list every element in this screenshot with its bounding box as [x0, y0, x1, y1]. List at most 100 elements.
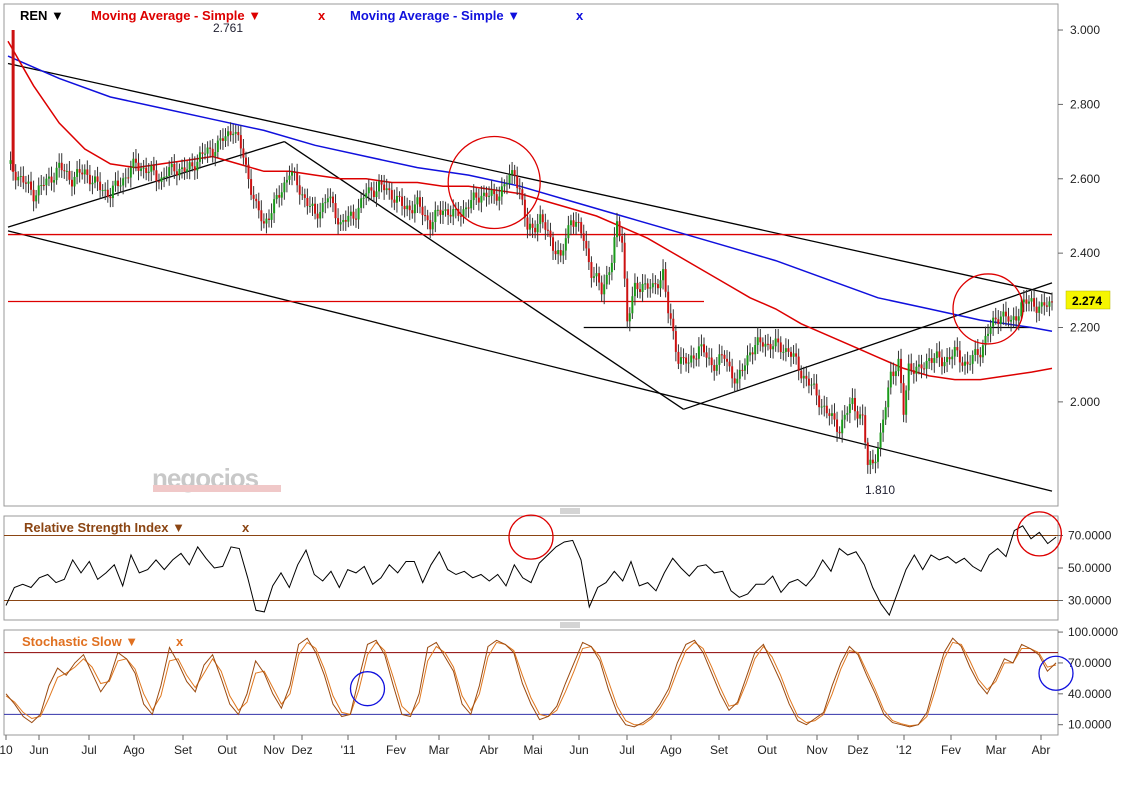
candle-body: [961, 362, 964, 366]
candle-body: [83, 169, 86, 175]
candle-body: [45, 178, 48, 186]
candle-body: [917, 364, 920, 367]
candle-body: [679, 357, 682, 364]
x-tick-label: Nov: [806, 743, 827, 757]
candle-body: [1040, 302, 1043, 307]
candle-body: [518, 188, 521, 190]
candle-body: [772, 346, 775, 350]
candle-body: [935, 351, 938, 359]
candle-body: [495, 194, 498, 201]
candle-body: [470, 200, 473, 209]
candle-body: [94, 176, 96, 183]
candle-body: [585, 240, 588, 249]
candle-body: [73, 176, 76, 187]
candle-body: [129, 167, 132, 178]
candle-body: [498, 196, 501, 201]
candle-body: [723, 354, 726, 359]
candle-body: [690, 355, 693, 363]
candle-body: [639, 289, 642, 293]
legend-ma-red: Moving Average - Simple ▼: [91, 8, 261, 23]
candle-body: [987, 333, 990, 336]
candle-body: [544, 222, 547, 230]
candle-body: [301, 194, 304, 196]
candle-body: [779, 342, 782, 353]
candle-body: [943, 362, 946, 367]
candle-body: [697, 346, 700, 359]
candle-body: [459, 215, 462, 217]
candle-body: [393, 199, 396, 203]
candle-body: [140, 168, 143, 171]
candle-body: [754, 345, 757, 355]
candle-body: [444, 209, 447, 211]
candle-body: [293, 171, 296, 173]
legend-ma-blue-close: x: [576, 8, 584, 23]
candle-body: [879, 432, 882, 448]
candle-body: [516, 175, 519, 189]
rsi-ytick-label: 70.0000: [1068, 529, 1112, 543]
candle-body: [398, 195, 401, 197]
candle-body: [720, 354, 723, 356]
candle-body: [260, 210, 263, 222]
candle-body: [838, 431, 841, 434]
x-tick-label: Fev: [941, 743, 961, 757]
x-tick-label: Dez: [847, 743, 868, 757]
candle-body: [242, 148, 245, 158]
candle-body: [193, 166, 196, 171]
candle-body: [969, 363, 972, 365]
candle-body: [22, 175, 25, 183]
candle-body: [662, 269, 665, 281]
candle-body: [649, 287, 652, 289]
candle-body: [206, 147, 209, 154]
candle-body: [726, 358, 729, 362]
candle-body: [600, 282, 603, 295]
candle-body: [24, 182, 27, 184]
candle-body: [907, 363, 910, 391]
x-tick-label: Nov: [263, 743, 284, 757]
candle-body: [1007, 316, 1010, 322]
candle-body: [378, 181, 381, 192]
candle-body: [654, 283, 657, 285]
candle-body: [892, 371, 895, 377]
candle-body: [608, 272, 611, 276]
candle-body: [280, 192, 283, 198]
candle-body: [621, 236, 624, 243]
x-tick-label: Mar: [429, 743, 450, 757]
x-tick-label: Jun: [29, 743, 48, 757]
candle-body: [216, 140, 219, 153]
candle-body: [408, 205, 411, 211]
price-ytick-label: 2.600: [1070, 172, 1100, 186]
candle-body: [851, 397, 854, 405]
candle-body: [813, 383, 816, 385]
candle-body: [106, 189, 109, 197]
candle-body: [480, 195, 483, 203]
candle-body: [623, 242, 626, 279]
candle-body: [50, 176, 53, 183]
candle-body: [14, 171, 17, 181]
candle-body: [132, 158, 135, 168]
candle-body: [219, 138, 222, 141]
candle-body: [743, 365, 746, 371]
candle-body: [928, 358, 931, 361]
x-tick-label: '11: [341, 743, 356, 757]
candle-body: [830, 413, 833, 416]
candle-body: [705, 352, 708, 358]
candle-body: [741, 369, 744, 371]
candle-body: [529, 223, 531, 230]
candle-body: [787, 348, 790, 352]
stock-chart: negocios 3.000 2.800 2.600 2.400 2.200 2.000 2.…: [0, 0, 1141, 806]
candle-body: [429, 220, 432, 230]
candle-body: [442, 210, 444, 215]
candle-body: [930, 358, 933, 363]
candle-body: [291, 171, 294, 176]
candle-body: [331, 196, 334, 204]
candle-body: [477, 197, 480, 203]
candle-body: [413, 204, 416, 214]
legend-symbol: REN ▼: [20, 8, 64, 23]
candle-body: [1045, 305, 1048, 307]
stochastic-ytick-label: 100.0000: [1068, 625, 1118, 639]
x-tick-label: 10: [0, 743, 13, 757]
candle-body: [713, 365, 716, 371]
candle-body: [63, 170, 66, 172]
candle-body: [1022, 299, 1025, 303]
candle-body: [695, 358, 698, 360]
